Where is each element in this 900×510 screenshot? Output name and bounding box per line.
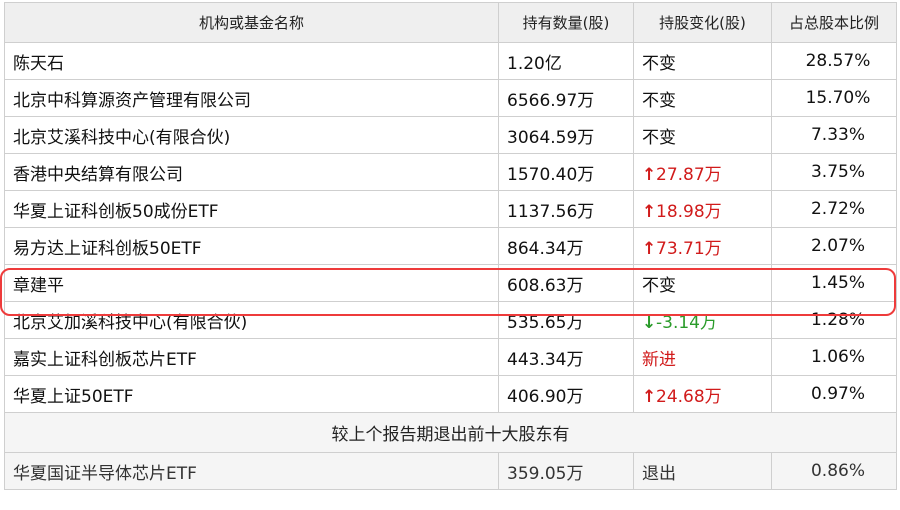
arrow-up-icon: ↑ <box>642 164 657 185</box>
shares-held: 1137.56万 <box>498 190 634 228</box>
table-row: 章建平 608.63万 不变 1.45% <box>4 264 897 302</box>
share-ratio: 15.70% <box>771 79 897 117</box>
holder-name: 华夏上证50ETF <box>4 375 499 413</box>
holder-name: 易方达上证科创板50ETF <box>4 227 499 265</box>
share-change: 退出 <box>633 452 772 490</box>
share-ratio: 7.33% <box>771 116 897 154</box>
exited-section-row: 较上个报告期退出前十大股东有 <box>4 412 897 453</box>
arrow-up-icon: ↑ <box>642 386 657 407</box>
holder-name: 北京艾溪科技中心(有限合伙) <box>4 116 499 154</box>
share-ratio: 2.07% <box>771 227 897 265</box>
share-ratio: 3.75% <box>771 153 897 191</box>
holder-name: 嘉实上证科创板芯片ETF <box>4 338 499 376</box>
exited-row: 华夏国证半导体芯片ETF 359.05万 退出 0.86% <box>4 452 897 490</box>
share-change: ↑27.87万 <box>633 153 772 191</box>
share-change: ↑73.71万 <box>633 227 772 265</box>
header-ratio: 占总股本比例 <box>771 2 897 43</box>
share-ratio: 1.45% <box>771 264 897 302</box>
share-change-value: 27.87万 <box>656 164 722 185</box>
share-change: 不变 <box>633 116 772 154</box>
share-change: 不变 <box>633 264 772 302</box>
share-change-value: 不变 <box>642 275 676 296</box>
share-change: ↓-3.14万 <box>633 301 772 339</box>
holder-name: 章建平 <box>4 264 499 302</box>
table-header-row: 机构或基金名称 持有数量(股) 持股变化(股) 占总股本比例 <box>4 2 897 43</box>
shares-held: 608.63万 <box>498 264 634 302</box>
share-change: ↑24.68万 <box>633 375 772 413</box>
shares-held: 406.90万 <box>498 375 634 413</box>
holder-name: 香港中央结算有限公司 <box>4 153 499 191</box>
share-ratio: 2.72% <box>771 190 897 228</box>
share-ratio: 0.86% <box>771 452 897 490</box>
share-change-value: -3.14万 <box>656 312 717 333</box>
table-row: 北京艾溪科技中心(有限合伙) 3064.59万 不变 7.33% <box>4 116 897 154</box>
arrow-down-icon: ↓ <box>642 312 657 333</box>
table-row: 华夏上证科创板50成份ETF 1137.56万 ↑18.98万 2.72% <box>4 190 897 228</box>
table-row: 香港中央结算有限公司 1570.40万 ↑27.87万 3.75% <box>4 153 897 191</box>
shares-held: 443.34万 <box>498 338 634 376</box>
arrow-up-icon: ↑ <box>642 238 657 259</box>
share-change-value: 不变 <box>642 90 676 111</box>
share-change: ↑18.98万 <box>633 190 772 228</box>
shares-held: 3064.59万 <box>498 116 634 154</box>
share-ratio: 0.97% <box>771 375 897 413</box>
share-change: 不变 <box>633 79 772 117</box>
holder-name: 北京中科算源资产管理有限公司 <box>4 79 499 117</box>
shareholders-table: 机构或基金名称 持有数量(股) 持股变化(股) 占总股本比例 陈天石 1.20亿不… <box>4 2 897 490</box>
table-row: 陈天石 1.20亿 不变 28.57% <box>4 42 897 80</box>
share-change: 不变 <box>633 42 772 80</box>
holder-name: 陈天石 <box>4 42 499 80</box>
shares-held: 359.05万 <box>498 452 634 490</box>
share-ratio: 1.28% <box>771 301 897 339</box>
shares-held: 535.65万 <box>498 301 634 339</box>
shares-held: 6566.97万 <box>498 79 634 117</box>
share-ratio: 28.57% <box>771 42 897 80</box>
arrow-up-icon: ↑ <box>642 201 657 222</box>
table-row: 嘉实上证科创板芯片ETF 443.34万 新进 1.06% <box>4 338 897 376</box>
shares-held: 1.20亿 <box>498 42 634 80</box>
table-row: 华夏上证50ETF 406.90万 ↑24.68万 0.97% <box>4 375 897 413</box>
share-change-value: 不变 <box>642 127 676 148</box>
share-change-value: 73.71万 <box>656 238 722 259</box>
header-holder-name: 机构或基金名称 <box>4 2 499 43</box>
holder-name: 北京艾加溪科技中心(有限合伙) <box>4 301 499 339</box>
exited-section-title: 较上个报告期退出前十大股东有 <box>4 412 897 453</box>
share-ratio: 1.06% <box>771 338 897 376</box>
shares-held: 864.34万 <box>498 227 634 265</box>
share-change-value: 18.98万 <box>656 201 722 222</box>
header-shares: 持有数量(股) <box>498 2 634 43</box>
holder-name: 华夏上证科创板50成份ETF <box>4 190 499 228</box>
share-change-value: 24.68万 <box>656 386 722 407</box>
table-row: 易方达上证科创板50ETF 864.34万 ↑73.71万 2.07% <box>4 227 897 265</box>
table-row: 北京艾加溪科技中心(有限合伙) 535.65万 ↓-3.14万 1.28% <box>4 301 897 339</box>
share-change: 新进 <box>633 338 772 376</box>
table-row: 北京中科算源资产管理有限公司 6566.97万 不变 15.70% <box>4 79 897 117</box>
share-change-value: 不变 <box>642 53 676 74</box>
shares-held: 1570.40万 <box>498 153 634 191</box>
holder-name: 华夏国证半导体芯片ETF <box>4 452 499 490</box>
header-change: 持股变化(股) <box>633 2 772 43</box>
share-change-value: 新进 <box>642 349 676 370</box>
